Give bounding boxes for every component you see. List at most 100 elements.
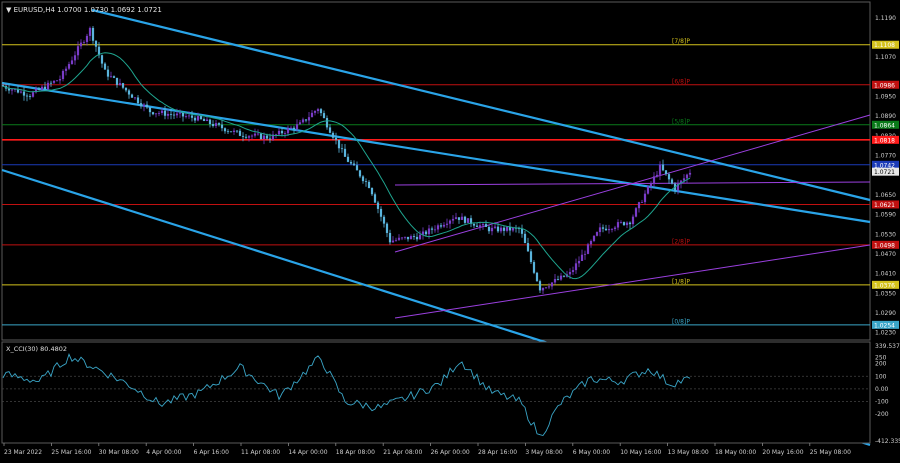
candle-body	[85, 35, 89, 42]
candle-body	[64, 68, 68, 71]
candle-body	[523, 233, 527, 244]
candle-body	[52, 80, 56, 83]
candle-body	[319, 109, 323, 114]
price-tick-label: 1.0950	[875, 94, 896, 101]
price-tick-label: 1.1070	[875, 54, 896, 61]
candle-body	[142, 104, 146, 107]
candle-body	[448, 220, 452, 224]
time-tick-label: 3 May 08:00	[525, 449, 563, 456]
cci-tick-label: -412.335	[875, 438, 900, 445]
price-tick-label: 1.0410	[875, 271, 896, 278]
candle-body	[151, 112, 155, 115]
candle-body	[136, 97, 140, 104]
candle-body	[73, 55, 77, 61]
candle-body	[409, 236, 413, 240]
candle-body	[121, 83, 125, 88]
time-tick-label: 25 Mar 16:00	[51, 449, 91, 456]
candle-body	[127, 90, 131, 95]
candle-body	[100, 55, 104, 64]
candle-body	[685, 174, 689, 179]
candle-body	[493, 226, 497, 228]
price-axis[interactable]: 1.11901.10701.09501.08901.08301.07701.06…	[872, 15, 899, 337]
cci-tick-label: 339.5376	[875, 343, 900, 350]
candle-body	[154, 113, 158, 115]
candle-body	[178, 112, 182, 114]
main-chart-frame	[1, 1, 871, 341]
chart-window[interactable]: [7/8]P [6/8]P [5/8]P [2/8]P [1/8]P [0/8]P ▼ E…	[0, 0, 900, 459]
candle-body	[574, 263, 578, 271]
candle-body	[439, 225, 443, 227]
murray-level-label: [1/8]P	[672, 278, 690, 285]
candle-body	[388, 232, 392, 243]
candle-body	[562, 275, 566, 277]
candle-body	[433, 229, 437, 231]
candle-body	[568, 271, 572, 275]
time-tick-label: 18 Apr 08:00	[336, 449, 375, 456]
candle-body	[187, 115, 191, 117]
candle-body	[442, 224, 446, 227]
candle-body	[190, 115, 194, 118]
candle-body	[292, 127, 296, 130]
candle-body	[394, 239, 398, 241]
candle-body	[40, 86, 44, 90]
candle-body	[286, 128, 290, 134]
candle-body	[667, 174, 671, 180]
candle-body	[616, 222, 620, 228]
candle-body	[202, 119, 206, 121]
candle-body	[631, 216, 635, 225]
chart-canvas[interactable]: [7/8]P [6/8]P [5/8]P [2/8]P [1/8]P [0/8]P ▼ E…	[0, 0, 900, 459]
time-tick-label: 6 Apr 16:00	[194, 449, 229, 456]
time-tick-label: 14 Apr 00:00	[288, 449, 327, 456]
candle-body	[241, 135, 245, 137]
candle-body	[652, 176, 656, 184]
candle-body	[520, 229, 524, 234]
candle-body	[604, 228, 608, 231]
time-axis[interactable]: 23 Mar 2022 25 Mar 16:00 30 Mar 08:00 4 Apr…	[3, 443, 851, 456]
candle-body	[649, 183, 653, 187]
candle-body	[511, 227, 515, 231]
candle-body	[238, 130, 242, 136]
murray-level-label: [0/8]P	[672, 318, 690, 325]
candle-body	[457, 217, 461, 220]
candle-body	[313, 110, 317, 113]
time-tick-label: 4 Apr 00:00	[146, 449, 181, 456]
candle-body	[43, 86, 47, 90]
candle-body	[184, 116, 188, 118]
candle-body	[61, 70, 65, 80]
candle-body	[358, 170, 362, 177]
time-tick-label: 11 Apr 08:00	[241, 449, 280, 456]
candle-body	[535, 272, 539, 282]
candle-body	[382, 216, 386, 224]
candle-body	[295, 124, 299, 130]
candle-body	[379, 208, 383, 217]
candle-body	[463, 216, 467, 223]
candle-body	[580, 254, 584, 262]
candle-body	[688, 172, 692, 175]
candle-body	[310, 112, 314, 118]
candle-body	[349, 161, 353, 164]
candle-body	[376, 202, 380, 209]
candle-body	[118, 83, 122, 85]
cci-tick-label: 0.00	[875, 386, 889, 393]
time-tick-label: 6 May 00:00	[573, 449, 611, 456]
candle-body	[484, 224, 488, 227]
candle-body	[31, 92, 35, 97]
candle-body	[223, 128, 227, 132]
candle-body	[637, 202, 641, 209]
candle-body	[532, 262, 536, 273]
cci-tick-label: 200	[875, 361, 887, 368]
candle-body	[427, 228, 431, 235]
candle-body	[505, 226, 509, 231]
level-price-tag-text: 1.0621	[874, 202, 895, 209]
candle-body	[229, 131, 233, 133]
cci-axis[interactable]: 339.53762502001000.00-100-200-412.335	[875, 343, 900, 445]
candle-body	[643, 193, 647, 203]
candle-body	[352, 163, 356, 166]
candle-body	[430, 228, 434, 230]
candle-body	[451, 218, 455, 221]
candle-body	[133, 97, 137, 99]
candle-body	[553, 279, 557, 283]
candle-body	[220, 124, 224, 129]
candle-body	[145, 104, 149, 108]
candle-body	[157, 112, 161, 114]
